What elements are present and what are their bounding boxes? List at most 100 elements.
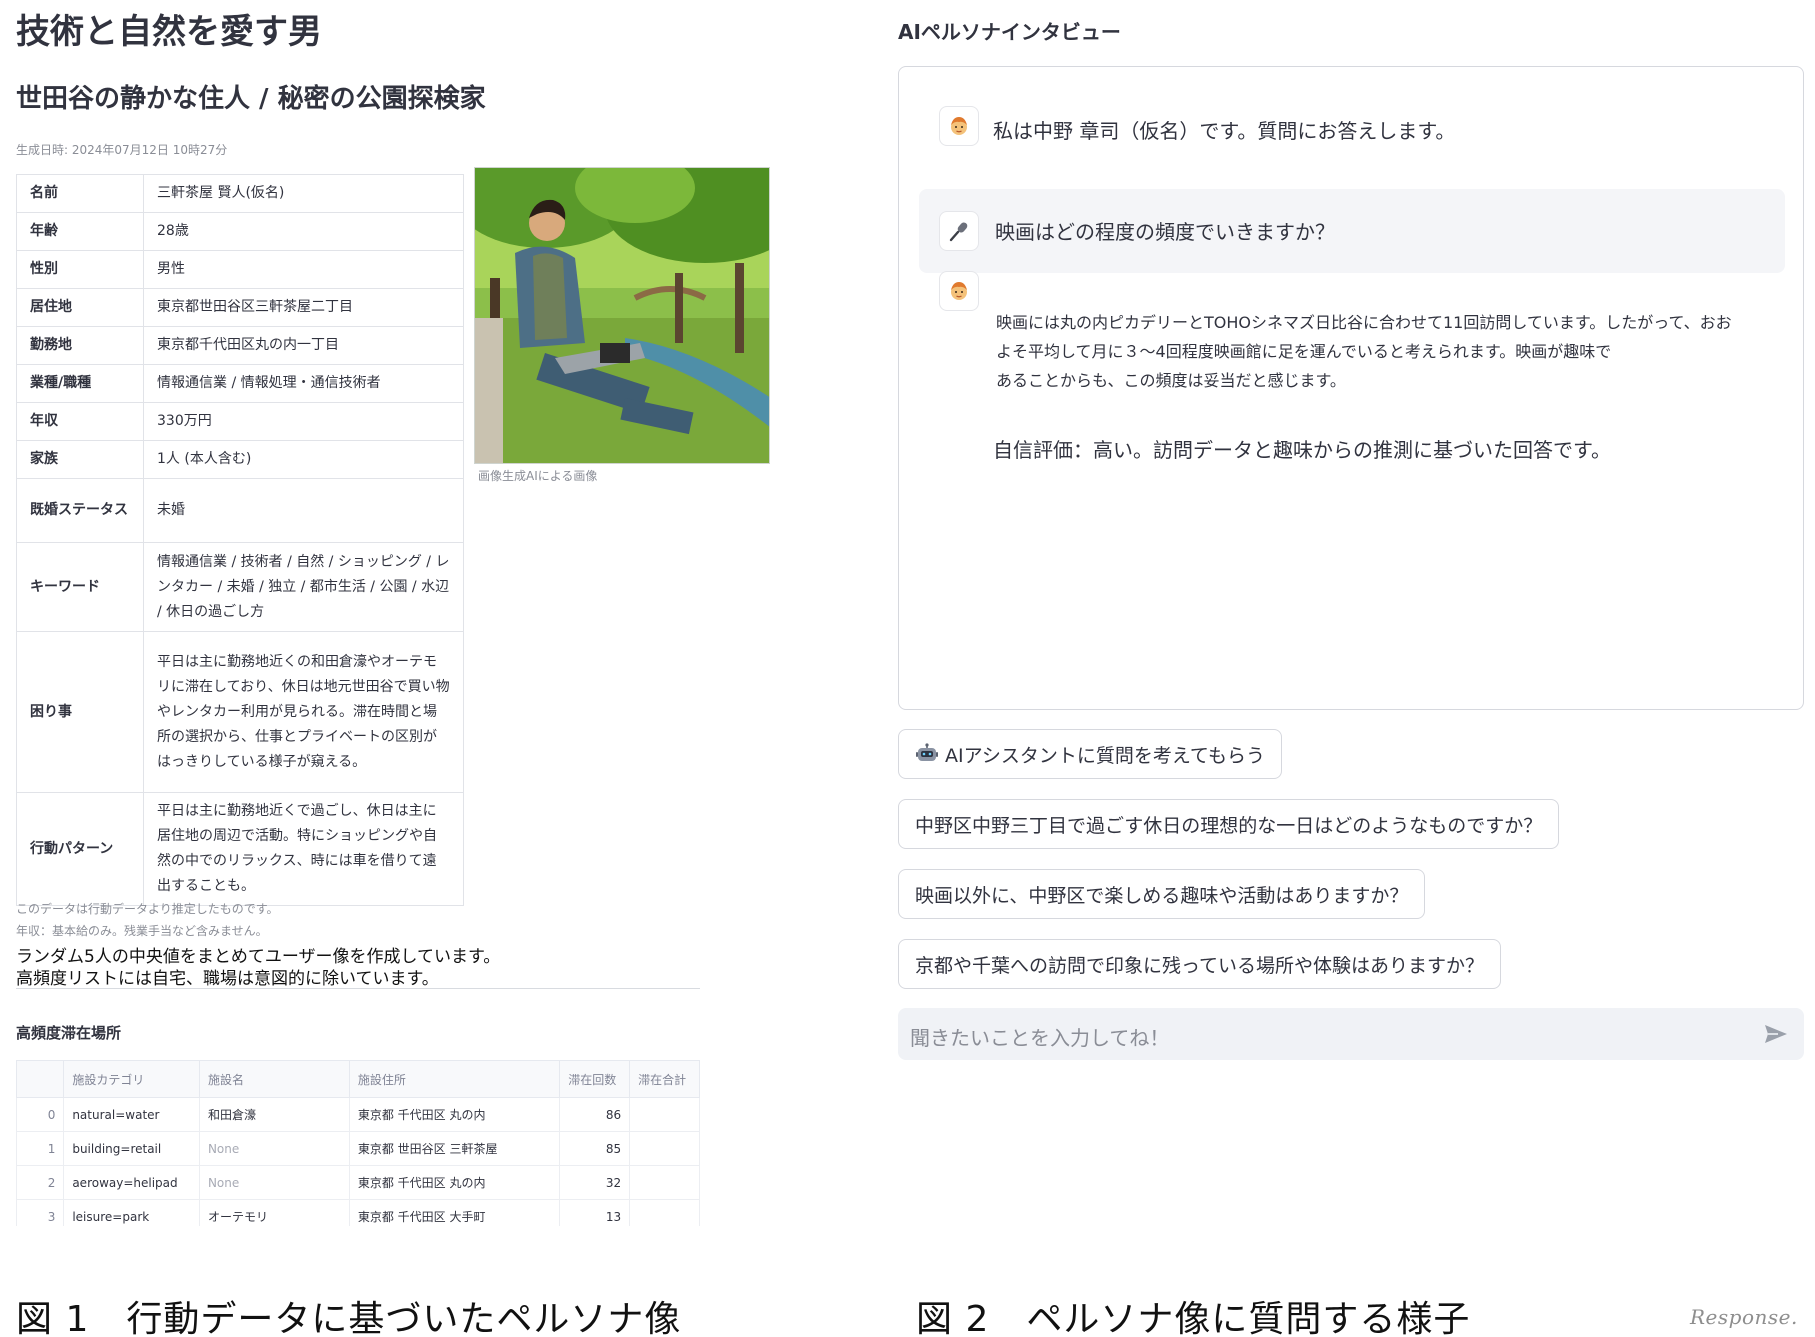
profile-key: 性別 [16,250,144,289]
suggestion-label: 京都や千葉への訪問で印象に残っている場所や体験はありますか？ [915,954,1485,977]
profile-key: 家族 [16,440,144,479]
column-header-address[interactable]: 施設住所 [348,1060,561,1098]
profile-key: 既婚ステータス [16,478,144,543]
chat-input-placeholder: 聞きたいことを入力してね！ [910,1026,1170,1050]
cell-category: building=retail [63,1131,200,1166]
row-index: 2 [16,1165,65,1200]
profile-row: キーワード 情報通信業 / 技術者 / 自然 / ショッピング / レンタカー /… [16,542,464,632]
suggestion-button[interactable]: 映画以外に、中野区で楽しめる趣味や活動はありますか？ [898,869,1426,919]
user-message: 映画はどの程度の頻度でいきますか？ [919,189,1785,273]
profile-value: 情報通信業 / 情報処理・通信技術者 [143,364,464,403]
profile-key: 困り事 [16,631,144,793]
ai-assistant-button[interactable]: AIアシスタントに質問を考えてもらう [898,729,1282,779]
note-income: 年収：基本給のみ。残業手当など含みません。 [16,924,268,938]
profile-value: 330万円 [143,402,464,441]
cell-category: aeroway=helipad [63,1165,200,1200]
profile-value: 平日は主に勤務地近くの和田倉濠やオーテモリに滞在しており、休日は地元世田谷で買い… [143,631,464,793]
profile-value: 1人 (本人含む) [143,440,464,479]
cell-address: 東京都 千代田区 丸の内 [348,1165,561,1200]
profile-row: 既婚ステータス 未婚 [16,478,464,543]
profile-table: 名前 三軒茶屋 賢人(仮名) 年齢 28歳 性別 男性 居住地 東京都世田谷区三軒茶屋二… [16,174,464,906]
profile-value: 平日は主に勤務地近くで過ごし、休日は主に居住地の周辺で活動。特にショッピングや自… [143,792,464,906]
chat-input[interactable]: 聞きたいことを入力してね！ [898,1008,1804,1060]
cell-name: None [198,1131,350,1166]
cell-count: 13 [559,1199,631,1226]
profile-row: 性別 男性 [16,250,464,289]
cell-category: leisure=park [63,1199,200,1226]
person-face-icon [951,282,967,300]
cell-count: 86 [559,1097,631,1132]
cell-total [629,1165,700,1200]
cell-count: 32 [559,1165,631,1200]
column-header-name[interactable]: 施設名 [198,1060,350,1098]
suggestion-label: 映画以外に、中野区で楽しめる趣味や活動はありますか？ [915,884,1409,907]
suggestion-button[interactable]: 中野区中野三丁目で過ごす休日の理想的な一日はどのようなものですか？ [898,799,1560,849]
cell-name: None [198,1165,350,1200]
table-row: 1 building=retail None 東京都 世田谷区 三軒茶屋 85 [16,1131,700,1166]
cell-address: 東京都 世田谷区 三軒茶屋 [348,1131,561,1166]
profile-key: 行動パターン [16,792,144,906]
answer-line: 映画には丸の内ピカデリーとTOHOシネマズ日比谷に合わせて11回訪問しています。… [996,313,1732,332]
table-row: 0 natural=water 和田倉濠 東京都 千代田区 丸の内 86 [16,1097,700,1132]
profile-key: 年収 [16,402,144,441]
row-index: 3 [16,1199,65,1226]
profile-value: 東京都千代田区丸の内一丁目 [143,326,464,365]
persona-illustration [475,168,769,463]
profile-value: 未婚 [143,478,464,543]
cell-total [629,1097,700,1132]
profile-value: 情報通信業 / 技術者 / 自然 / ショッピング / レンタカー / 未婚 /… [143,542,464,632]
answer-line: よそ平均して月に３～4回程度映画館に足を運んでいると考えられます。映画が趣味で [996,342,1612,361]
column-header-category[interactable]: 施設カテゴリ [63,1060,200,1098]
interview-title: AIペルソナインタビュー [898,20,1121,44]
person-face-icon [951,117,967,135]
persona-face-icon [939,271,979,311]
cell-name: 和田倉濠 [198,1097,350,1132]
cell-address: 東京都 千代田区 大手町 [348,1199,561,1226]
response-logo: Response. [1690,1305,1798,1329]
profile-row: 年収 330万円 [16,402,464,441]
generated-date: 生成日時: 2024年07月12日 10時27分 [16,143,228,157]
cell-address: 東京都 千代田区 丸の内 [348,1097,561,1132]
suggestion-button[interactable]: 京都や千葉への訪問で印象に残っている場所や体験はありますか？ [898,939,1502,989]
user-avatar [939,211,979,251]
column-header-count[interactable]: 滞在回数 [559,1060,631,1098]
cell-category: natural=water [63,1097,200,1132]
note-estimated: このデータは行動データより推定したものです。 [16,902,279,916]
confidence-rating: 自信評価：高い。訪問データと趣味からの推測に基づいた回答です。 [993,438,1611,462]
cell-total [629,1199,700,1226]
profile-value: 男性 [143,250,464,289]
profile-key: 居住地 [16,288,144,327]
profile-row: 居住地 東京都世田谷区三軒茶屋二丁目 [16,288,464,327]
profile-row: 年齢 28歳 [16,212,464,251]
image-caption: 画像生成AIによる画像 [478,469,598,483]
persona-answer: 映画には丸の内ピカデリーとTOHOシネマズ日比谷に合わせて11回訪問しています。… [996,308,1786,395]
profile-row: 家族 1人 (本人含む) [16,440,464,479]
cell-total [629,1131,700,1166]
ai-assistant-button-label: AIアシスタントに質問を考えてもらう [945,744,1265,767]
cell-name: オーテモリ [198,1199,350,1226]
method-text-2: 高頻度リストには自宅、職場は意図的に除いています。 [16,969,439,989]
column-header-index[interactable] [16,1060,65,1098]
table-row: 3 leisure=park オーテモリ 東京都 千代田区 大手町 13 [16,1199,700,1226]
places-heading: 高頻度滞在場所 [16,1024,122,1042]
send-arrow-icon[interactable] [1764,1023,1788,1045]
microphone-icon [949,222,968,242]
places-table: 施設カテゴリ 施設名 施設住所 滞在回数 滞在合計 0 natural=wate… [16,1060,700,1226]
persona-greeting: 私は中野 章司（仮名）です。質問にお答えします。 [993,119,1456,143]
row-index: 1 [16,1131,65,1166]
column-header-total[interactable]: 滞在合計 [629,1060,700,1098]
persona-photo [474,167,770,464]
profile-key: キーワード [16,542,144,632]
places-dataframe[interactable]: 施設カテゴリ 施設名 施設住所 滞在回数 滞在合計 0 natural=wate… [16,1060,700,1226]
profile-value: 28歳 [143,212,464,251]
chat-history[interactable]: 私は中野 章司（仮名）です。質問にお答えします。 映画はどの程度の頻度でいきます… [898,66,1804,710]
profile-key: 名前 [16,174,144,213]
figure-caption-2: 図 2 ペルソナ像に質問する様子 [916,1299,1471,1337]
profile-row: 名前 三軒茶屋 賢人(仮名) [16,174,464,213]
profile-row: 行動パターン 平日は主に勤務地近くで過ごし、休日は主に居住地の周辺で活動。特にショ… [16,792,464,906]
divider [16,988,700,989]
profile-key: 年齢 [16,212,144,251]
persona-face-icon [939,106,979,146]
cell-count: 85 [559,1131,631,1166]
profile-row: 勤務地 東京都千代田区丸の内一丁目 [16,326,464,365]
